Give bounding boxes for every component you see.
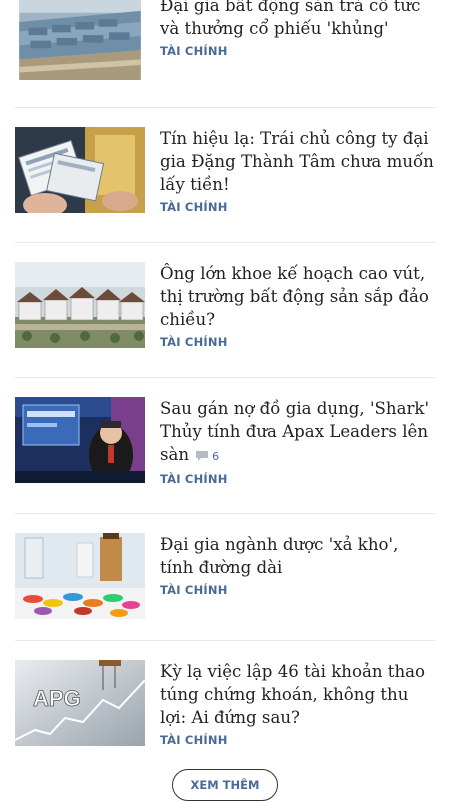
- comment-count[interactable]: 6: [195, 450, 219, 463]
- category-link[interactable]: TÀI CHÍNH: [160, 583, 435, 597]
- article-title[interactable]: Kỳ lạ việc lập 46 tài khoản thao túng ch…: [160, 660, 435, 729]
- article-thumbnail[interactable]: [15, 533, 145, 619]
- divider: [15, 513, 435, 514]
- divider: [15, 107, 435, 108]
- article-item[interactable]: Đại gia ngành dược 'xả kho', tính đường …: [15, 533, 435, 619]
- article-thumbnail[interactable]: [15, 127, 145, 213]
- category-link[interactable]: TÀI CHÍNH: [160, 44, 435, 58]
- divider: [15, 242, 435, 243]
- article-item[interactable]: APG Kỳ lạ việc lập 46 tài khoản thao tún…: [15, 660, 435, 747]
- article-thumbnail[interactable]: [15, 262, 145, 348]
- category-link[interactable]: TÀI CHÍNH: [160, 472, 435, 486]
- category-link[interactable]: TÀI CHÍNH: [160, 733, 435, 747]
- article-title[interactable]: Đại gia bất động sản trả cổ tức và thưởn…: [160, 0, 435, 40]
- article-title[interactable]: Đại gia ngành dược 'xả kho', tính đường …: [160, 533, 435, 579]
- article-title[interactable]: Tín hiệu lạ: Trái chủ công ty đại gia Đặ…: [160, 127, 435, 196]
- load-more-button[interactable]: XEM THÊM: [172, 769, 278, 801]
- comment-icon: [196, 451, 209, 461]
- article-thumbnail[interactable]: [15, 0, 145, 86]
- article-thumbnail[interactable]: APG: [15, 660, 145, 746]
- article-item[interactable]: Ông lớn khoe kế hoạch cao vút, thị trườn…: [15, 262, 435, 349]
- category-link[interactable]: TÀI CHÍNH: [160, 200, 435, 214]
- article-item[interactable]: Đại gia bất động sản trả cổ tức và thưởn…: [15, 0, 435, 86]
- divider: [15, 640, 435, 641]
- comment-count-value: 6: [212, 450, 220, 463]
- apg-logo-text: APG: [33, 686, 81, 711]
- article-title[interactable]: Ông lớn khoe kế hoạch cao vút, thị trườn…: [160, 262, 435, 331]
- category-link[interactable]: TÀI CHÍNH: [160, 335, 435, 349]
- article-item[interactable]: Tín hiệu lạ: Trái chủ công ty đại gia Đặ…: [15, 127, 435, 214]
- article-thumbnail[interactable]: [15, 397, 145, 483]
- article-item[interactable]: Sau gán nợ đồ gia dụng, 'Shark' Thủy tín…: [15, 397, 435, 486]
- divider: [15, 377, 435, 378]
- article-title[interactable]: Sau gán nợ đồ gia dụng, 'Shark' Thủy tín…: [160, 397, 435, 468]
